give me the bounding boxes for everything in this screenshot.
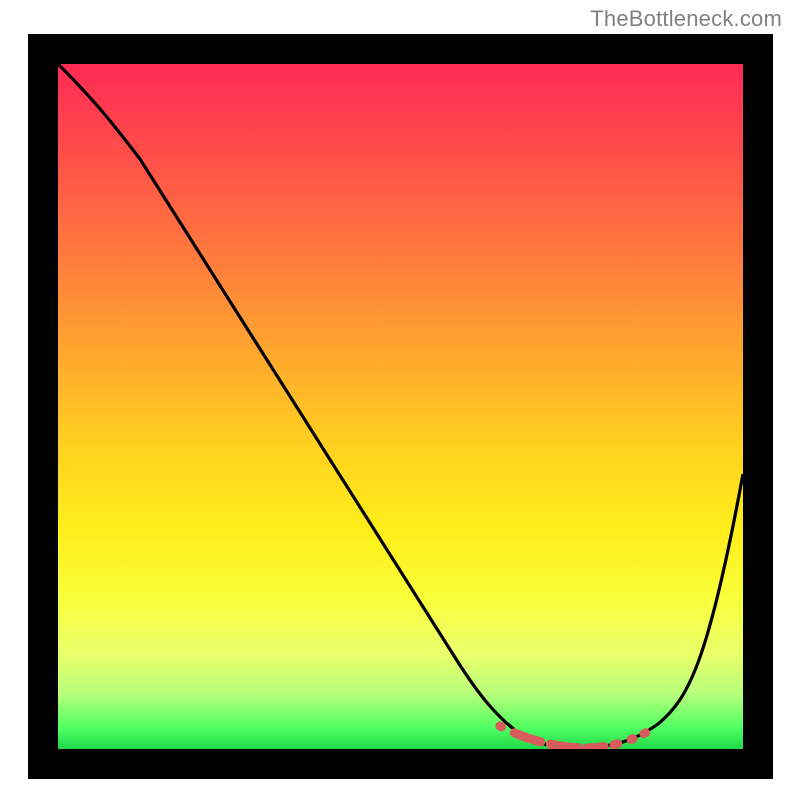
attribution-label: TheBottleneck.com	[590, 6, 782, 32]
optimal-region-marker	[498, 724, 660, 748]
chart-container: TheBottleneck.com	[0, 0, 800, 800]
bottleneck-curve	[58, 64, 743, 748]
curve-layer	[58, 64, 743, 749]
plot-frame	[28, 34, 773, 779]
